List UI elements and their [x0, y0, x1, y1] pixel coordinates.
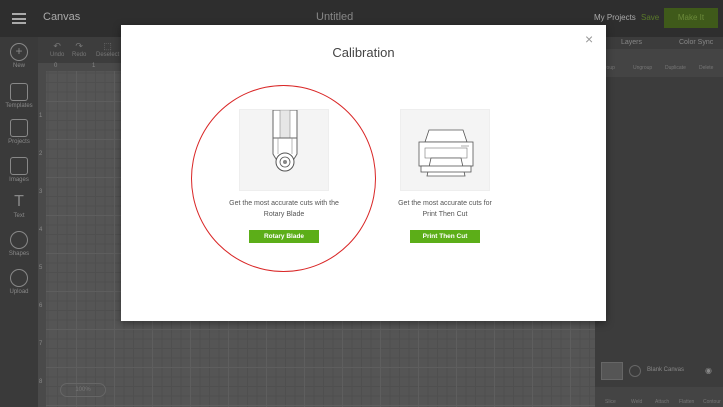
- slice-button[interactable]: Slice: [605, 399, 616, 405]
- canvas-swatch[interactable]: [601, 362, 623, 380]
- redo-button[interactable]: ↷ Redo: [72, 41, 86, 58]
- shapes-icon: [10, 231, 28, 249]
- printer-icon: [418, 129, 474, 177]
- sidebar-item-templates[interactable]: Templates: [0, 83, 38, 109]
- description-line: Get the most accurate cuts with the: [229, 200, 339, 207]
- calibration-modal: Calibration × Get the most accurate cuts…: [121, 25, 606, 321]
- sidebar-item-label: Upload: [9, 289, 29, 295]
- app-title: Canvas: [43, 11, 81, 23]
- close-icon[interactable]: ×: [585, 31, 593, 47]
- print-then-cut-description: Get the most accurate cuts for Print The…: [370, 198, 520, 220]
- my-projects-link[interactable]: My Projects: [594, 13, 636, 22]
- rotary-blade-option: Get the most accurate cuts with the Rota…: [209, 109, 359, 243]
- bottom-tools: Slice Weld Attach Flatten Contour: [595, 387, 723, 407]
- description-line: Rotary Blade: [263, 211, 305, 218]
- sidebar-item-label: Text: [13, 213, 25, 219]
- blank-canvas-label: Blank Canvas: [647, 367, 685, 373]
- sidebar-item-text[interactable]: T Text: [0, 193, 38, 219]
- delete-button[interactable]: Delete: [699, 65, 713, 71]
- right-panel: Layers Color Sync Group Ungroup Duplicat…: [595, 37, 723, 407]
- weld-button[interactable]: Weld: [631, 399, 642, 405]
- ruler-number: 5: [39, 265, 43, 271]
- ruler-number: 8: [39, 379, 43, 385]
- contour-button[interactable]: Contour: [703, 399, 721, 405]
- zoom-level: 100%: [75, 387, 91, 393]
- ruler-number: 1: [39, 113, 43, 119]
- zoom-control[interactable]: 100%: [60, 383, 106, 397]
- modal-title: Calibration: [332, 45, 395, 60]
- shirt-icon: [10, 83, 28, 101]
- printer-image: [400, 109, 490, 191]
- sidebar-item-projects[interactable]: Projects: [0, 119, 38, 145]
- print-then-cut-button[interactable]: Print Then Cut: [410, 230, 480, 243]
- ruler-number: 1: [92, 63, 96, 69]
- rotary-blade-image: [239, 109, 329, 191]
- left-ruler: 1 2 3 4 5 6 7 8: [38, 63, 46, 407]
- description-line: Print Then Cut: [422, 211, 468, 218]
- tab-layers[interactable]: Layers: [621, 37, 642, 49]
- sidebar-item-label: Shapes: [8, 251, 30, 257]
- rotary-blade-icon: [272, 109, 298, 172]
- visibility-toggle[interactable]: [629, 365, 641, 377]
- image-icon: [10, 157, 28, 175]
- ruler-number: 3: [39, 189, 43, 195]
- sidebar-item-label: New: [12, 63, 25, 69]
- sidebar-item-images[interactable]: Images: [0, 157, 38, 183]
- rotary-blade-button[interactable]: Rotary Blade: [249, 230, 319, 243]
- rotary-blade-description: Get the most accurate cuts with the Rota…: [209, 198, 359, 220]
- ruler-number: 0: [54, 63, 58, 69]
- eye-icon[interactable]: ◉: [705, 366, 712, 375]
- text-icon: T: [14, 193, 24, 210]
- deselect-button[interactable]: ⬚ Deselect: [96, 41, 119, 58]
- attach-button[interactable]: Attach: [655, 399, 669, 405]
- tab-color-sync[interactable]: Color Sync: [679, 37, 713, 49]
- upload-icon: [10, 269, 28, 287]
- flatten-button[interactable]: Flatten: [679, 399, 694, 405]
- sidebar-item-upload[interactable]: Upload: [0, 269, 38, 295]
- ruler-number: 2: [39, 151, 43, 157]
- sidebar-item-new[interactable]: + New: [0, 43, 38, 69]
- projects-icon: [10, 119, 28, 137]
- document-title: Untitled: [316, 11, 354, 23]
- layer-tools: Group Ungroup Duplicate Delete: [595, 49, 723, 77]
- ruler-number: 7: [39, 341, 43, 347]
- sidebar-item-shapes[interactable]: Shapes: [0, 231, 38, 257]
- make-it-button[interactable]: Make It: [664, 8, 718, 28]
- ruler-number: 4: [39, 227, 43, 233]
- description-line: Get the most accurate cuts for: [398, 200, 492, 207]
- print-then-cut-option: Get the most accurate cuts for Print The…: [370, 109, 520, 243]
- duplicate-button[interactable]: Duplicate: [665, 65, 686, 71]
- left-sidebar: + New Templates Projects Images T Text S…: [0, 37, 38, 407]
- ungroup-button[interactable]: Ungroup: [633, 65, 652, 71]
- hamburger-menu-icon[interactable]: [12, 13, 26, 24]
- save-link[interactable]: Save: [641, 13, 659, 22]
- sidebar-item-label: Images: [9, 177, 29, 183]
- sidebar-item-label: Templates: [5, 103, 33, 109]
- ruler-number: 6: [39, 303, 43, 309]
- sidebar-item-label: Projects: [8, 139, 30, 145]
- plus-icon: +: [10, 43, 28, 61]
- undo-button[interactable]: ↶ Undo: [50, 41, 64, 58]
- blank-canvas-layer[interactable]: Blank Canvas ◉: [599, 362, 717, 382]
